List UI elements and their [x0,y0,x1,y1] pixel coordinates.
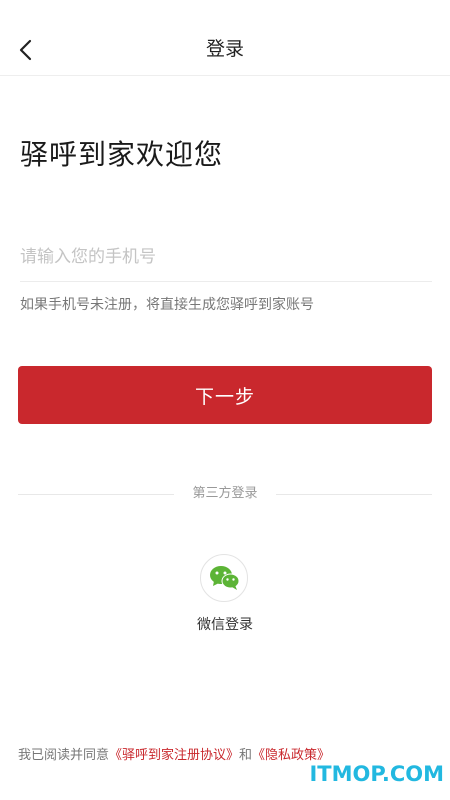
welcome-heading: 驿呼到家欢迎您 [20,138,224,171]
wechat-login-label: 微信登录 [197,617,253,633]
input-divider [20,281,432,282]
wechat-login-button[interactable]: 微信登录 [175,552,275,640]
agreement-text: 我已阅读并同意《驿呼到家注册协议》和《隐私政策》 [18,745,330,767]
phone-number-input[interactable] [20,238,430,276]
agreement-prefix: 我已阅读并同意 [18,748,110,763]
registration-hint: 如果手机号未注册，将直接生成您驿呼到家账号 [20,297,314,313]
divider-right [276,494,432,495]
watermark: ITMOP.COM [309,762,444,786]
next-step-button[interactable]: 下一步 [18,366,432,424]
wechat-icon[interactable] [200,554,248,602]
terms-link[interactable]: 《驿呼到家注册协议》 [109,748,239,763]
privacy-policy-link[interactable]: 《隐私政策》 [252,748,330,763]
top-nav-bar: 登录 [0,0,450,76]
page-title: 登录 [205,38,244,60]
agreement-conjunction: 和 [239,748,253,763]
